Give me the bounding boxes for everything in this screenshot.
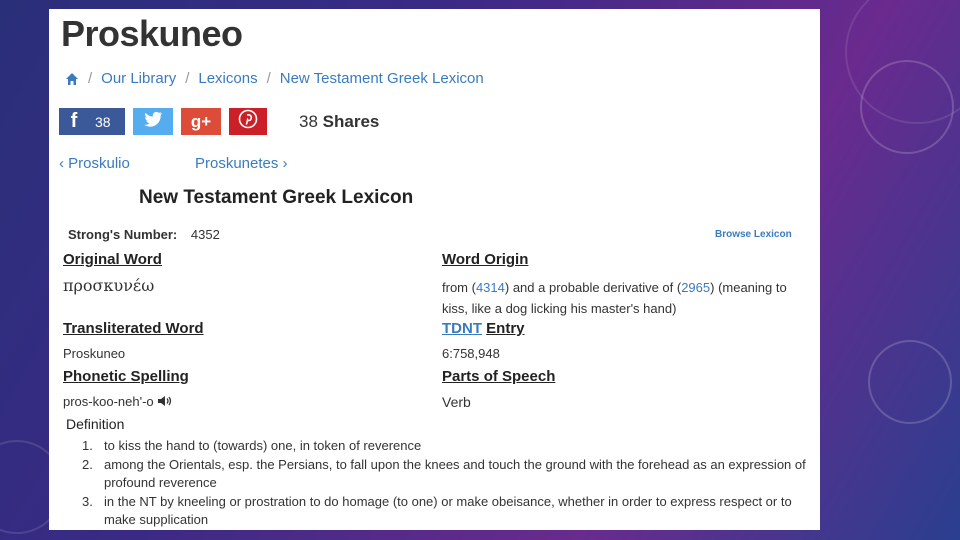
word-origin-label: Word Origin [442, 251, 529, 268]
strongs-value: 4352 [190, 227, 220, 242]
strongs-ref-4314-link[interactable]: 4314 [476, 280, 505, 295]
tdnt-entry-text: Entry [486, 320, 525, 337]
shares-count: 38 [299, 111, 318, 131]
word-origin-text: kiss, like a dog licking his master's ha… [442, 301, 677, 316]
definition-item: 2. among the Orientals, esp. the Persian… [82, 456, 820, 493]
definition-text: in the NT by kneeling or prostration to … [104, 493, 792, 528]
browse-lexicon-link[interactable]: Browse Lexicon [715, 229, 792, 240]
shares-label: Shares [322, 111, 380, 131]
twitter-icon [143, 111, 163, 132]
phonetic-spelling-label: Phonetic Spelling [63, 368, 189, 385]
home-icon[interactable] [65, 72, 79, 86]
tdnt-entry-label: TDNT Entry [442, 320, 525, 337]
breadcrumb-separator: / [185, 70, 190, 87]
lexicon-heading: New Testament Greek Lexicon [139, 187, 414, 208]
definition-number: 2. [82, 456, 93, 472]
next-word-link[interactable]: Proskunetes › [195, 155, 288, 172]
parts-of-speech-value: Verb [442, 394, 471, 410]
twitter-share-button[interactable] [133, 108, 173, 135]
lexicon-page: Proskuneo / Our Library / Lexicons / New… [49, 9, 820, 530]
facebook-share-button[interactable]: f 38 [59, 108, 125, 135]
phonetic-spelling-value: pros-koo-neh'-o [63, 394, 154, 409]
breadcrumb-separator: / [88, 70, 93, 87]
word-origin-text: ) (meaning to [710, 280, 787, 295]
strongs-label: Strong's Number: [68, 227, 178, 242]
original-word-value: προσκυνέω [63, 276, 155, 295]
shares-total: 38 Shares [299, 112, 379, 132]
google-plus-share-button[interactable]: g+ [181, 108, 221, 135]
parts-of-speech-label: Parts of Speech [442, 368, 556, 385]
share-bar: f 38 g+ 38 Shares [59, 108, 379, 135]
word-origin-text: from ( [442, 280, 476, 295]
speaker-icon[interactable] [157, 394, 173, 409]
pinterest-icon [238, 109, 258, 134]
definition-item: 3. in the NT by kneeling or prostration … [82, 493, 820, 530]
breadcrumb-separator: / [266, 70, 271, 87]
definition-heading: Definition [66, 416, 125, 432]
pinterest-share-button[interactable] [229, 108, 267, 135]
strongs-number: Strong's Number: 4352 [68, 227, 220, 242]
strongs-ref-2965-link[interactable]: 2965 [681, 280, 710, 295]
google-plus-icon: g+ [190, 111, 212, 131]
facebook-share-count: 38 [95, 113, 111, 130]
definition-text: to kiss the hand to (towards) one, in to… [104, 438, 422, 453]
definition-item: 1. to kiss the hand to (towards) one, in… [82, 437, 820, 456]
definition-number: 3. [82, 493, 93, 509]
word-origin-value: from (4314) and a probable derivative of… [442, 277, 807, 319]
definition-text: among the Orientals, esp. the Persians, … [104, 456, 806, 491]
transliterated-word-value: Proskuneo [63, 346, 126, 361]
definition-number: 1. [82, 438, 93, 453]
facebook-icon: f [70, 110, 78, 132]
background-decoration [868, 340, 952, 424]
transliterated-word-label: Transliterated Word [63, 320, 204, 337]
original-word-label: Original Word [63, 251, 162, 268]
tdnt-link[interactable]: TDNT [442, 320, 482, 337]
breadcrumb-nt-greek-lexicon[interactable]: New Testament Greek Lexicon [280, 70, 484, 87]
page-title: Proskuneo [61, 13, 243, 54]
prev-word-link[interactable]: ‹ Proskulio [59, 155, 130, 172]
phonetic-spelling: pros-koo-neh'-o [63, 394, 173, 409]
word-origin-text: ) and a probable derivative of ( [504, 280, 682, 295]
tdnt-entry-value: 6:758,948 [442, 346, 500, 361]
breadcrumb-lexicons[interactable]: Lexicons [198, 70, 257, 87]
definition-list: 1. to kiss the hand to (towards) one, in… [82, 437, 820, 530]
breadcrumb-our-library[interactable]: Our Library [101, 70, 176, 87]
breadcrumb: / Our Library / Lexicons / New Testament… [65, 70, 484, 87]
